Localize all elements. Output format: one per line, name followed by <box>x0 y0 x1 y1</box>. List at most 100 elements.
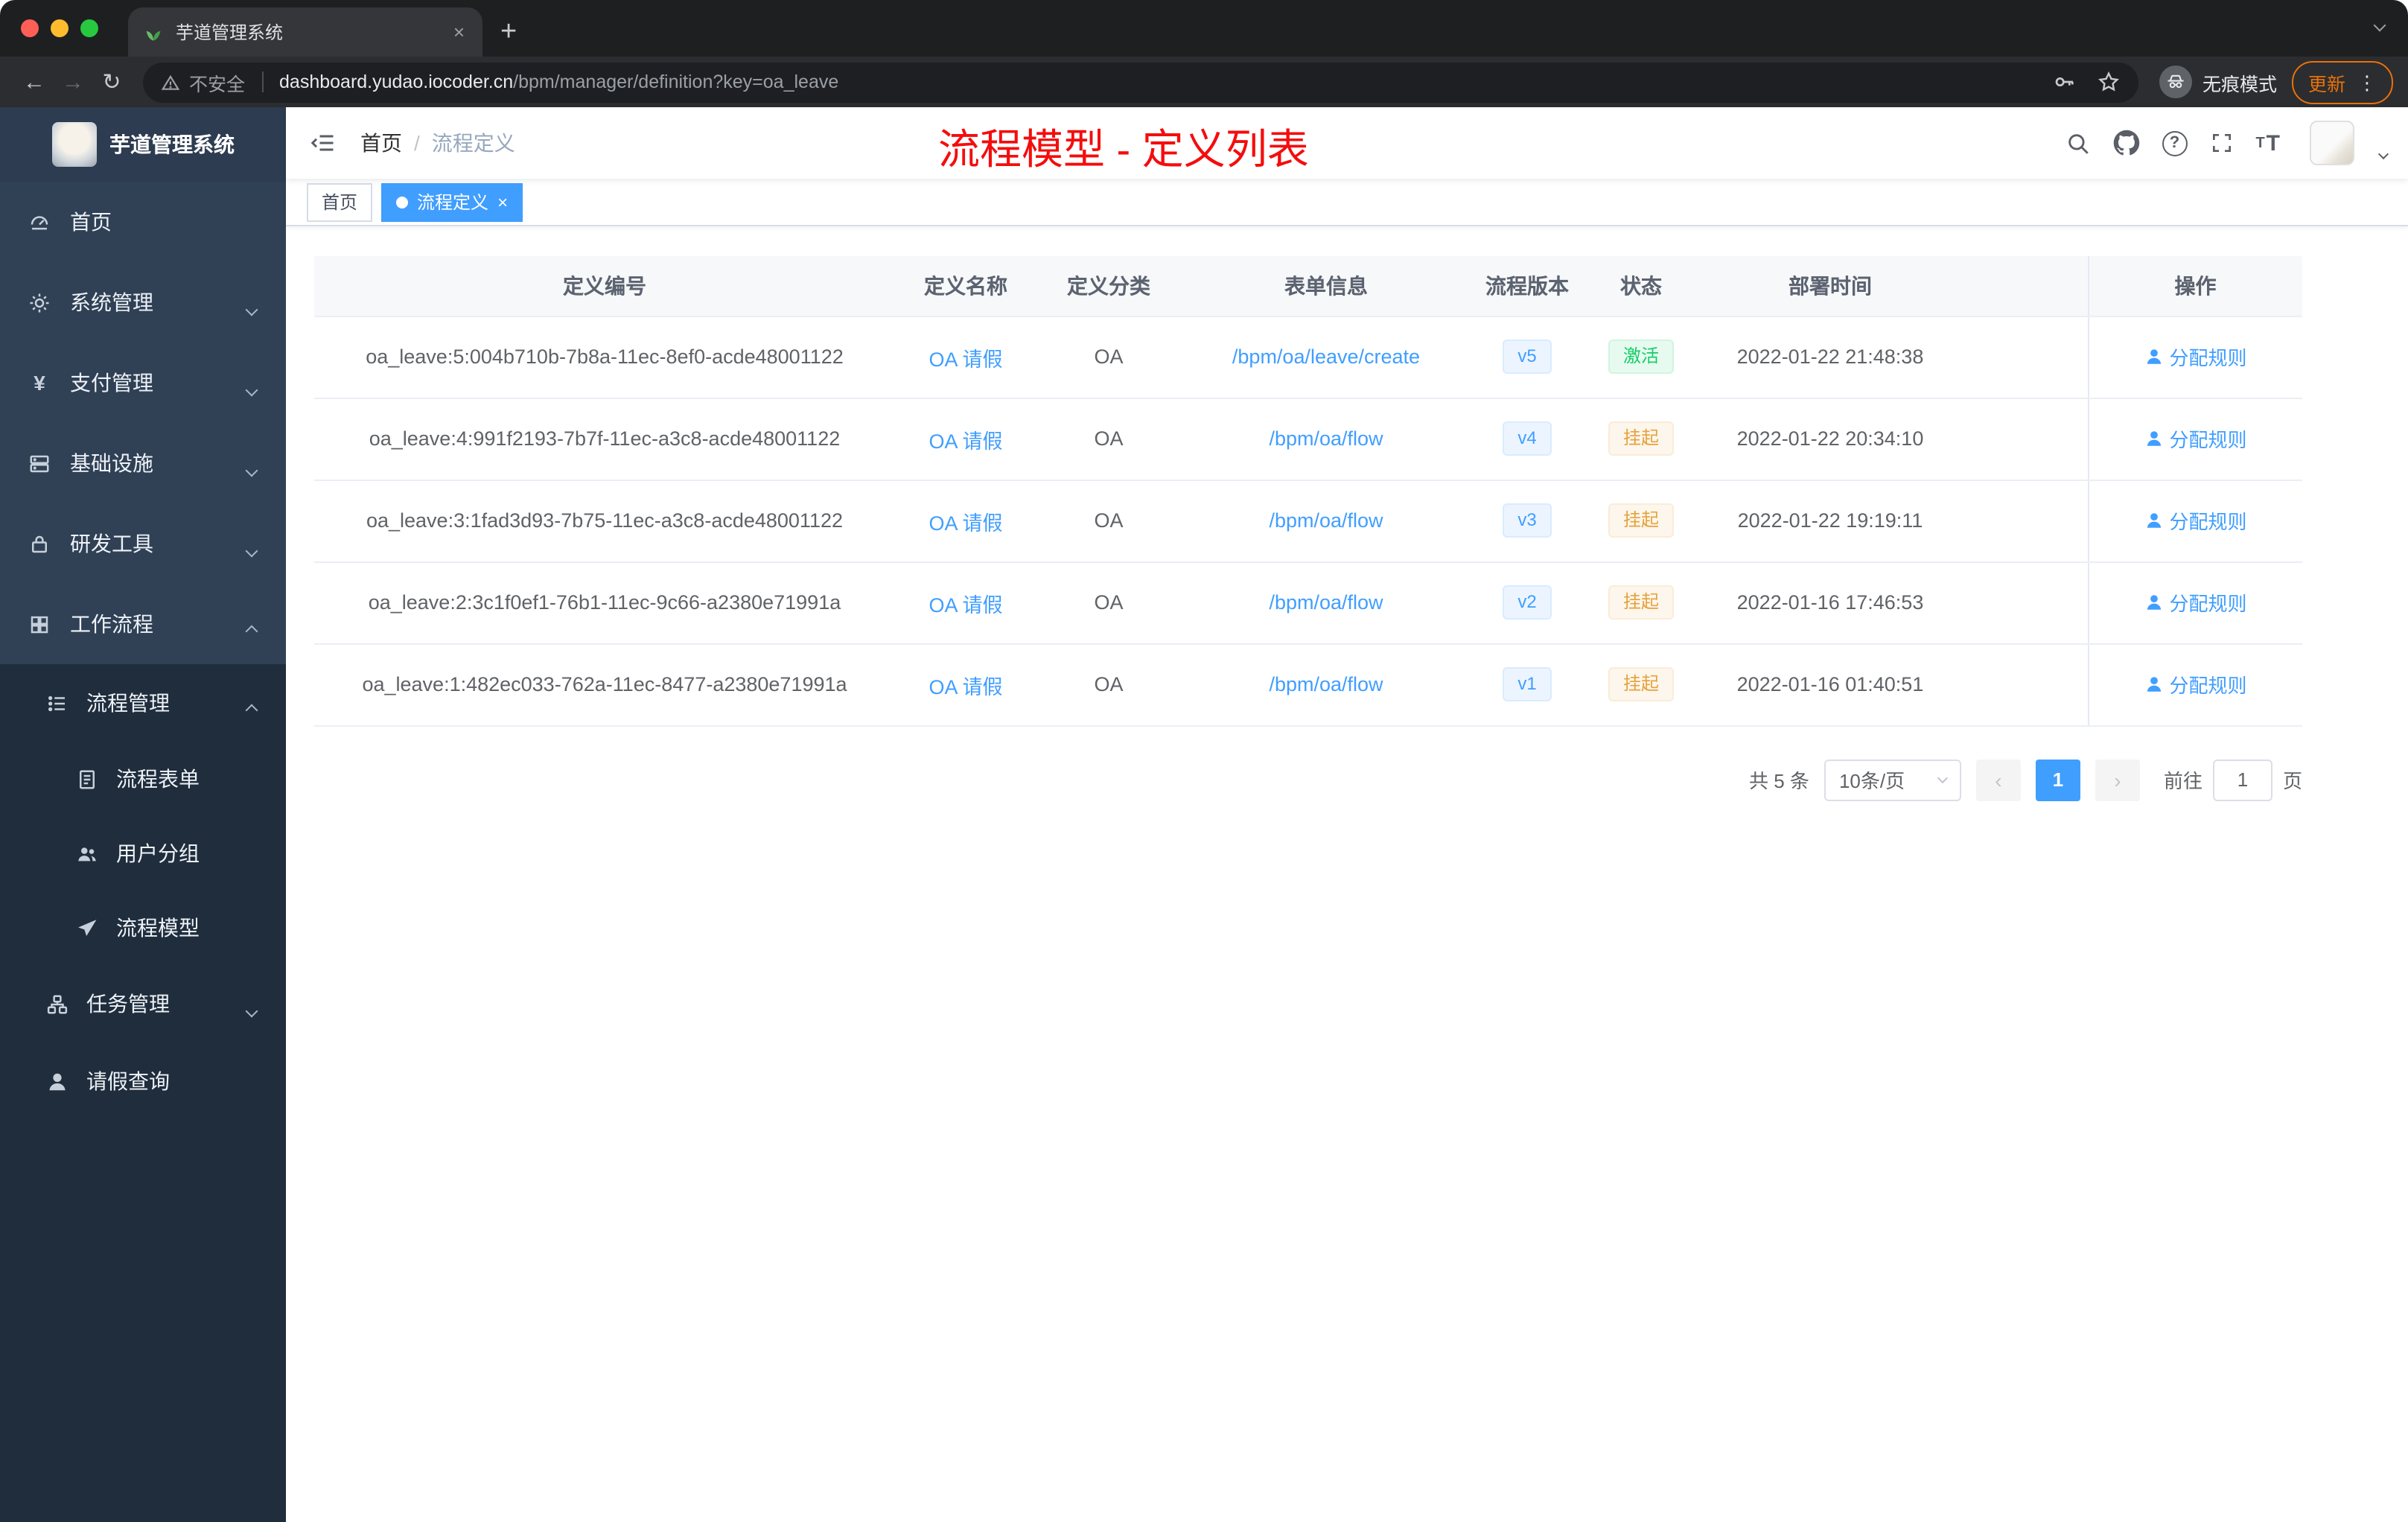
update-button[interactable]: 更新 ⋮ <box>2291 60 2393 104</box>
goto-page-input[interactable] <box>2212 759 2272 800</box>
sidebar-item-user-group[interactable]: 用户分组 <box>0 816 286 891</box>
list-icon <box>45 692 70 714</box>
definition-name-link[interactable]: OA 请假 <box>929 512 1002 534</box>
prev-page-button[interactable]: ‹ <box>1975 759 2021 800</box>
tab-close-icon[interactable]: × <box>450 21 468 43</box>
sidebar-item-payment[interactable]: ¥ 支付管理 <box>0 343 286 423</box>
back-button[interactable]: ← <box>15 63 54 101</box>
assign-rule-link[interactable]: 分配规则 <box>2144 506 2247 535</box>
hamburger-icon[interactable] <box>307 130 348 156</box>
sidebar-logo[interactable]: 芋道管理系统 <box>0 107 286 182</box>
status-badge: 激活 <box>1608 339 1674 375</box>
tab-search-icon[interactable] <box>2373 10 2386 37</box>
paper-plane-icon <box>74 917 100 939</box>
assign-rule-link[interactable]: 分配规则 <box>2144 588 2247 617</box>
col-header-time: 部署时间 <box>1699 256 1961 316</box>
definition-name-link[interactable]: OA 请假 <box>929 593 1002 616</box>
sidebar-item-label: 系统管理 <box>70 290 153 314</box>
update-label: 更新 <box>2307 74 2345 95</box>
sidebar-item-label: 研发工具 <box>70 532 153 555</box>
definition-name-link[interactable]: OA 请假 <box>929 348 1002 370</box>
bookmark-star-icon[interactable] <box>2097 70 2121 94</box>
table-row: oa_leave:5:004b710b-7b8a-11ec-8ef0-acde4… <box>314 316 2302 398</box>
person-icon <box>2147 677 2161 692</box>
sidebar-item-process-model[interactable]: 流程模型 <box>0 891 286 965</box>
address-bar[interactable]: 不安全 dashboard.yudao.iocoder.cn/bpm/manag… <box>143 62 2138 102</box>
version-badge: v1 <box>1503 666 1552 702</box>
next-page-button[interactable]: › <box>2095 759 2140 800</box>
sidebar-item-leave-query[interactable]: 请假查询 <box>0 1042 286 1120</box>
status-badge: 挂起 <box>1608 585 1674 620</box>
site-favicon <box>143 22 164 42</box>
definition-id: oa_leave:2:3c1f0ef1-76b1-11ec-9c66-a2380… <box>314 561 895 644</box>
definition-table: 定义编号 定义名称 定义分类 表单信息 流程版本 状态 部署时间 操作 oa_l… <box>314 256 2302 726</box>
minimize-window-button[interactable] <box>51 19 69 37</box>
sidebar-item-process-form[interactable]: 流程表单 <box>0 742 286 816</box>
reload-button[interactable]: ↻ <box>92 63 131 101</box>
page-size-select[interactable]: 10条/页 <box>1823 759 1961 800</box>
form-link[interactable]: /bpm/oa/flow <box>1269 673 1383 695</box>
assign-rule-link[interactable]: 分配规则 <box>2144 424 2247 453</box>
goto-label: 前往 <box>2163 770 2202 792</box>
person-icon <box>2147 349 2161 364</box>
current-page-button[interactable]: 1 <box>2035 759 2080 800</box>
browser-tab[interactable]: 芋道管理系统 × <box>128 7 482 57</box>
zoom-window-button[interactable] <box>80 19 98 37</box>
definition-name-link[interactable]: OA 请假 <box>929 430 1002 452</box>
assign-rule-link[interactable]: 分配规则 <box>2144 343 2247 371</box>
browser-window: 芋道管理系统 × + ← → ↻ 不安全 dashboard.yudao.ioc… <box>0 0 2408 1522</box>
tag-process-definition[interactable]: 流程定义 × <box>381 182 523 221</box>
version-badge: v2 <box>1503 585 1552 620</box>
font-size-icon[interactable]: TT <box>2255 130 2281 156</box>
sidebar-item-infrastructure[interactable]: 基础设施 <box>0 423 286 503</box>
security-label[interactable]: 不安全 <box>189 68 245 96</box>
person-icon <box>2147 595 2161 610</box>
sidebar-item-label: 请假查询 <box>86 1069 170 1093</box>
total-count: 共 5 条 <box>1749 770 1809 792</box>
avatar-caret-icon[interactable] <box>2377 138 2389 165</box>
definition-name-link[interactable]: OA 请假 <box>929 675 1002 698</box>
deploy-time: 2022-01-22 20:34:10 <box>1699 398 1961 480</box>
table-row: oa_leave:3:1fad3d93-7b75-11ec-a3c8-acde4… <box>314 480 2302 562</box>
sidebar-item-home[interactable]: 首页 <box>0 182 286 262</box>
help-icon[interactable]: ? <box>2162 130 2188 156</box>
form-link[interactable]: /bpm/oa/flow <box>1269 591 1383 614</box>
url-text[interactable]: dashboard.yudao.iocoder.cn/bpm/manager/d… <box>279 71 2031 92</box>
tag-close-icon[interactable]: × <box>497 193 508 211</box>
tags-view: 首页 流程定义 × <box>286 179 2408 226</box>
browser-toolbar: ← → ↻ 不安全 dashboard.yudao.iocoder.cn/bpm… <box>0 57 2408 107</box>
sidebar-item-workflow[interactable]: 工作流程 <box>0 584 286 664</box>
forward-button[interactable]: → <box>54 63 92 101</box>
sitemap-icon <box>45 993 70 1015</box>
spacer-cell <box>1961 480 2088 562</box>
form-link[interactable]: /bpm/oa/leave/create <box>1232 346 1420 368</box>
table-row: oa_leave:1:482ec033-762a-11ec-8477-a2380… <box>314 643 2302 726</box>
sidebar-item-process-mgmt[interactable]: 流程管理 <box>0 664 286 742</box>
navbar-tools: ? TT <box>2065 121 2389 165</box>
tab-title: 芋道管理系统 <box>176 22 284 43</box>
chevron-down-icon <box>245 536 258 560</box>
status-badge: 挂起 <box>1608 503 1674 538</box>
assign-rule-link[interactable]: 分配规则 <box>2144 670 2247 698</box>
top-navbar: 首页 / 流程定义 流程模型 - 定义列表 ? TT <box>286 107 2408 179</box>
pagination: 共 5 条 10条/页 ‹ 1 › 前往 页 <box>314 759 2302 800</box>
github-icon[interactable] <box>2112 130 2139 156</box>
definition-category: OA <box>1036 398 1181 480</box>
key-icon[interactable] <box>2052 70 2076 94</box>
tag-home[interactable]: 首页 <box>307 182 373 221</box>
form-link[interactable]: /bpm/oa/flow <box>1269 427 1383 450</box>
chevron-up-icon <box>245 617 258 640</box>
browser-menu-icon[interactable]: ⋮ <box>2357 72 2377 92</box>
search-icon[interactable] <box>2065 130 2090 156</box>
breadcrumb-home[interactable]: 首页 <box>360 128 402 158</box>
new-tab-button[interactable]: + <box>500 18 517 46</box>
sidebar-item-system[interactable]: 系统管理 <box>0 262 286 343</box>
sidebar-item-task-mgmt[interactable]: 任务管理 <box>0 965 286 1042</box>
fullscreen-icon[interactable] <box>2209 131 2233 155</box>
warning-icon <box>161 72 180 92</box>
sidebar-item-label: 工作流程 <box>70 612 153 636</box>
close-window-button[interactable] <box>21 19 39 37</box>
form-link[interactable]: /bpm/oa/flow <box>1269 509 1383 532</box>
sidebar-item-devtools[interactable]: 研发工具 <box>0 503 286 584</box>
user-avatar[interactable] <box>2310 121 2354 165</box>
